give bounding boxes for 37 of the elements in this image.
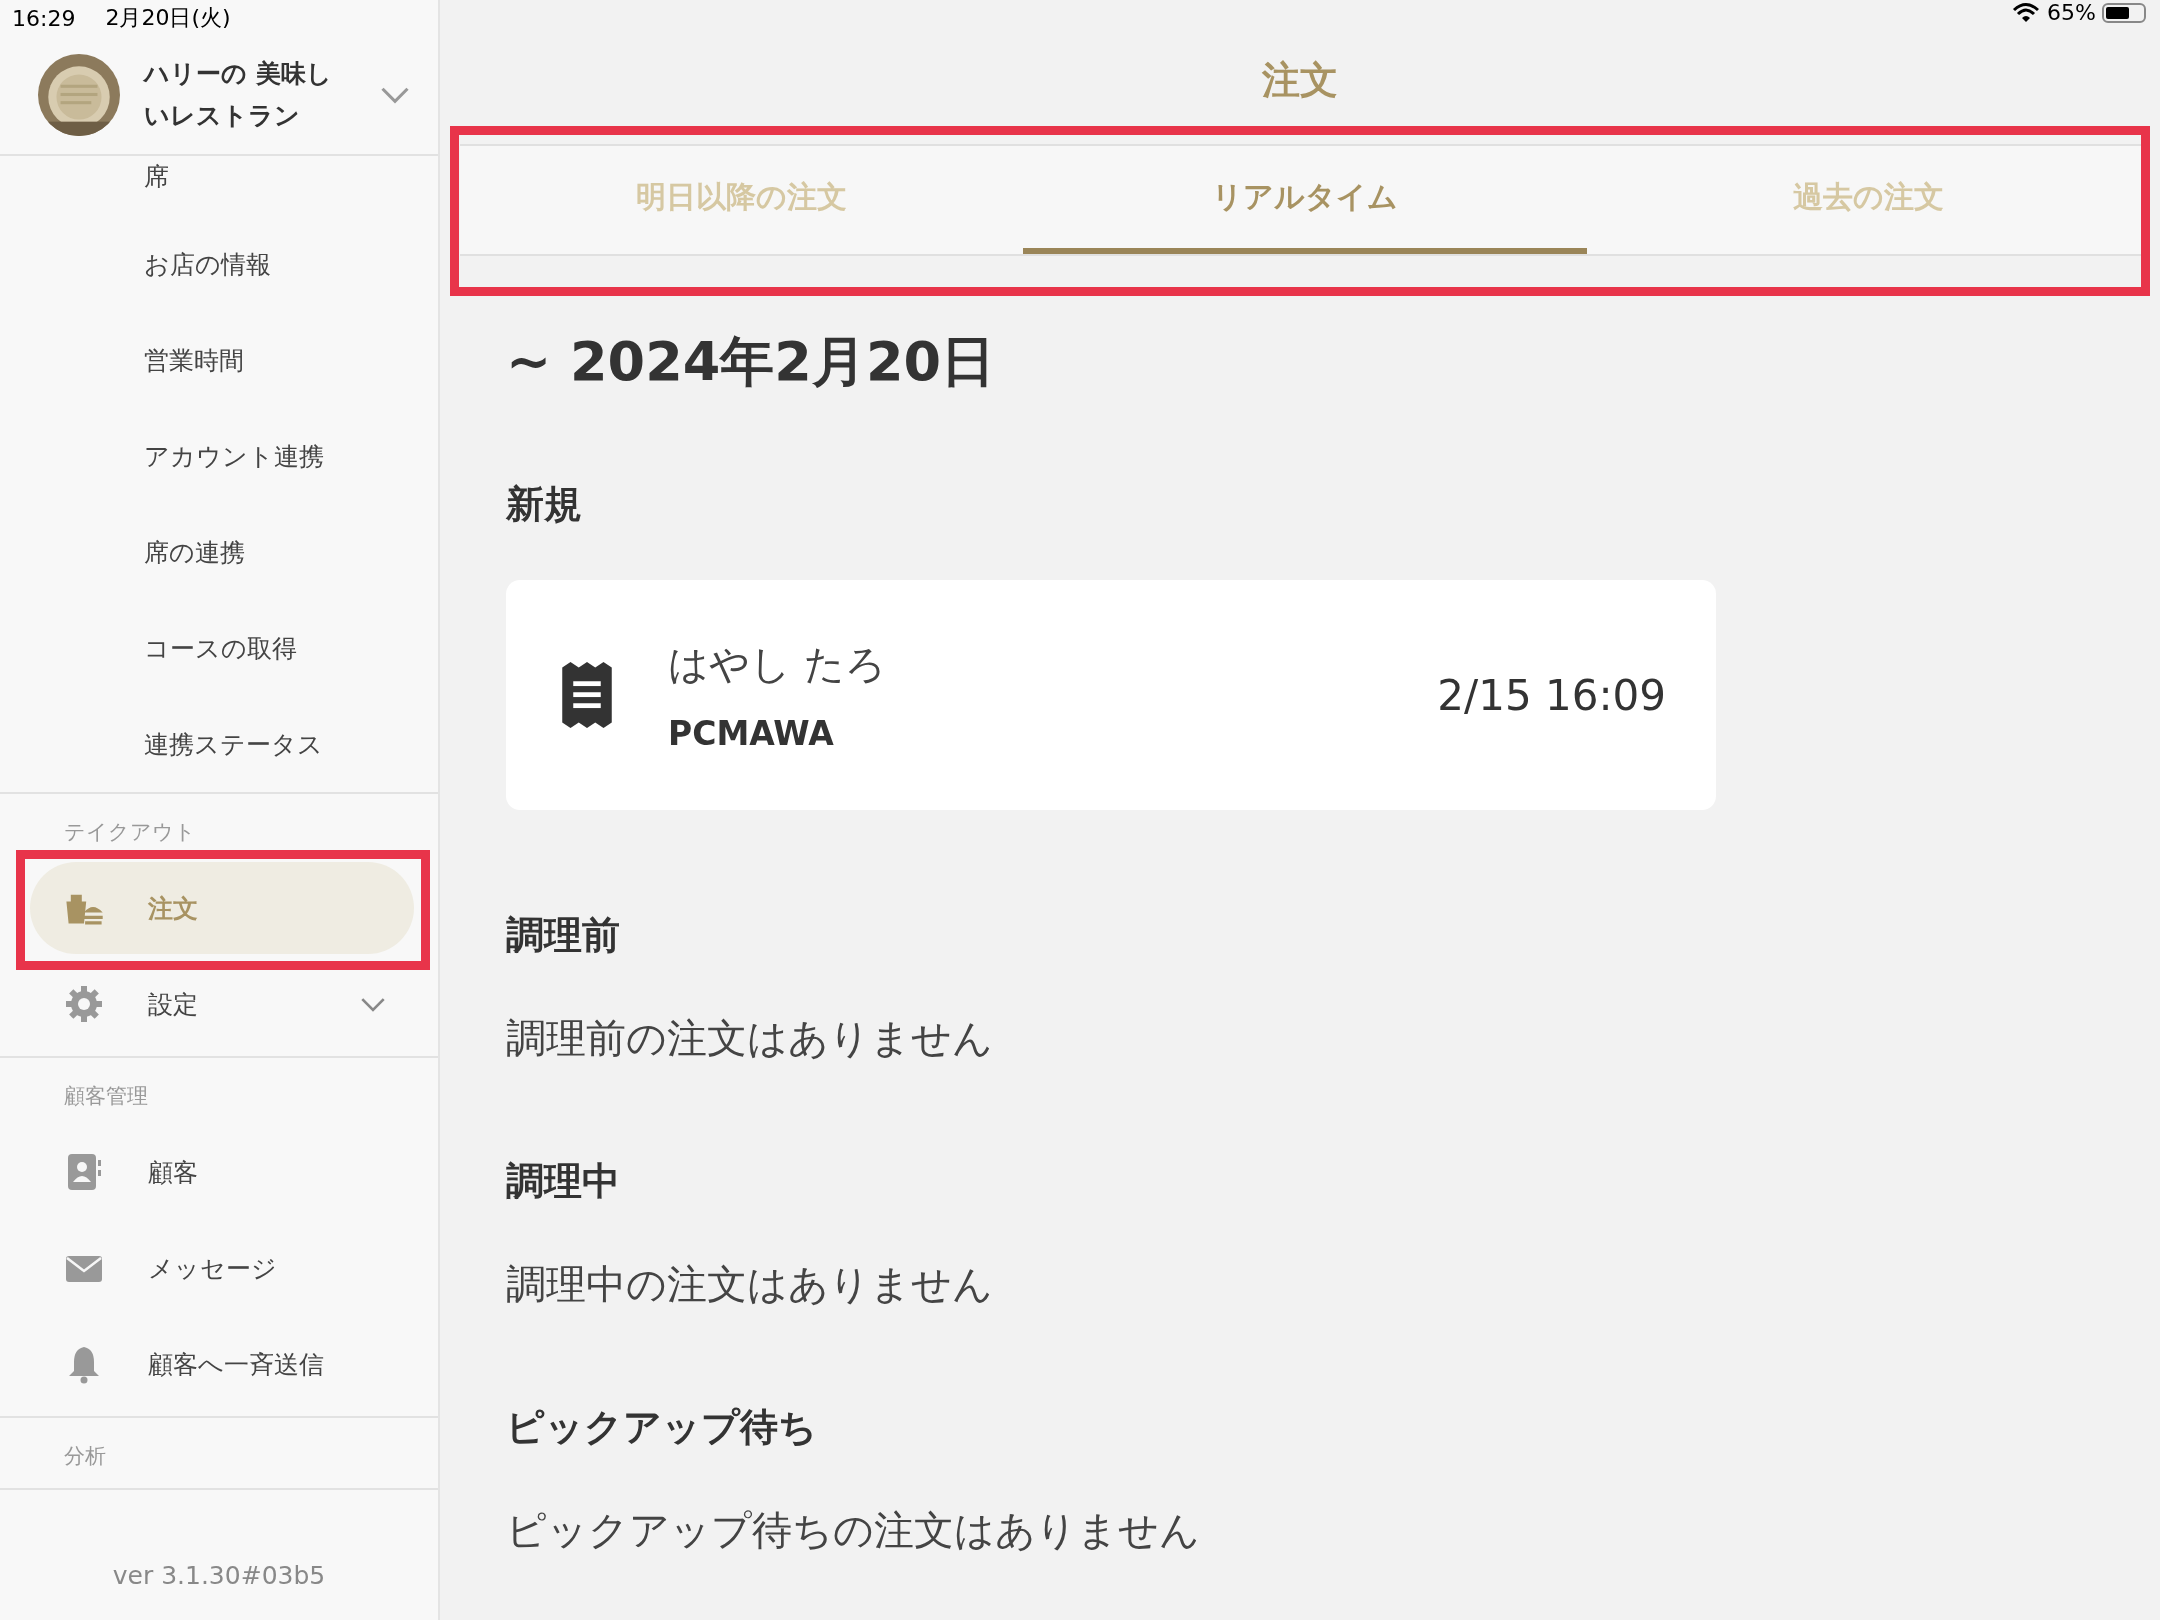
- sidebar-item[interactable]: 営業時間: [0, 312, 438, 408]
- sidebar-item[interactable]: 席: [0, 156, 438, 216]
- empty-message: ピックアップ待ちの注文はありません: [506, 1506, 1201, 1555]
- nav-item[interactable]: 顧客へ一斉送信: [30, 1318, 414, 1410]
- empty-message: 調理前の注文はありません: [506, 1014, 994, 1063]
- receipt-icon: [562, 662, 612, 728]
- date-heading: ~ 2024年2月20日: [506, 329, 997, 395]
- sidebar-item[interactable]: アカウント連携: [0, 408, 438, 504]
- sidebar-item[interactable]: コースの取得: [0, 600, 438, 696]
- empty-message: 調理中の注文はありません: [506, 1260, 994, 1309]
- chevron-down-icon[interactable]: [360, 996, 386, 1012]
- status-time: 16:29: [12, 5, 76, 31]
- nav-item[interactable]: 顧客: [30, 1126, 414, 1218]
- section-title: テイクアウト: [63, 819, 197, 846]
- customer-name: はやし たろ: [668, 640, 886, 689]
- chevron-down-icon[interactable]: [380, 86, 410, 104]
- order-card[interactable]: はやし たろ PCMAWA 2/15 16:09: [506, 580, 1716, 810]
- wifi-icon: [2011, 1, 2042, 24]
- section-heading: 調理前: [506, 912, 621, 959]
- battery-icon: [2102, 2, 2146, 23]
- nav-item[interactable]: 設定: [30, 958, 414, 1050]
- sidebar-item[interactable]: お店の情報: [0, 216, 438, 312]
- section-title: 顧客管理: [63, 1083, 149, 1110]
- section-heading: 調理中: [506, 1158, 621, 1205]
- sidebar-item[interactable]: 席の連携: [0, 504, 438, 600]
- sidebar-item[interactable]: 連携ステータス: [0, 696, 438, 792]
- nav-item[interactable]: メッセージ: [30, 1222, 414, 1314]
- status-date: 2月20日(火): [105, 4, 231, 32]
- version-label: ver 3.1.30#03b5: [111, 1561, 327, 1592]
- order-time: 2/15 16:09: [1437, 670, 1666, 720]
- battery-percent: 65%: [2047, 0, 2096, 25]
- section-heading: ピックアップ待ち: [506, 1404, 818, 1451]
- order-code: PCMAWA: [668, 714, 835, 753]
- restaurant-name: ハリーの 美味しいレストラン: [144, 57, 333, 132]
- page-title: 注文: [1261, 57, 1339, 104]
- section-heading: 新規: [506, 481, 583, 528]
- section-title: 分析: [63, 1443, 107, 1470]
